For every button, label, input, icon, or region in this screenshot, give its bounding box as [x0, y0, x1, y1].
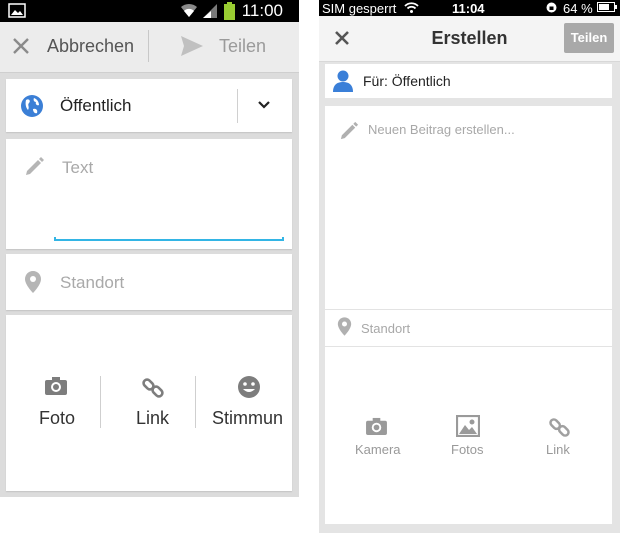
globe-icon [20, 94, 44, 118]
battery-percent: 64 % [563, 1, 593, 16]
camera-button[interactable]: Kamera [355, 442, 401, 457]
audience-label: Öffentlich [60, 96, 132, 115]
rotation-lock-icon [546, 2, 557, 13]
link-button[interactable]: Link [136, 408, 169, 429]
post-input[interactable]: Neuen Beitrag erstellen... [368, 122, 515, 137]
audience-selector[interactable]: Für: Öffentlich [325, 64, 612, 98]
link-button[interactable]: Link [546, 442, 570, 457]
location-pin-icon [24, 270, 42, 294]
divider [325, 346, 612, 347]
android-status-bar: 11:00 [0, 0, 299, 22]
text-input[interactable]: Text [62, 158, 93, 178]
location-input[interactable]: Standort [60, 273, 124, 293]
android-compose-screen: 11:00 Abbrechen Teilen Öffentlich Text S… [0, 0, 299, 497]
chevron-down-icon[interactable] [258, 101, 270, 109]
wifi-icon [404, 2, 419, 13]
battery-icon [224, 2, 235, 20]
status-time: 11:00 [241, 1, 283, 20]
media-card: Foto Link Stimmun [6, 315, 292, 491]
text-field-card[interactable]: Text [6, 139, 292, 249]
location-input[interactable]: Standort [361, 321, 410, 336]
camera-icon[interactable] [44, 376, 68, 396]
camera-icon[interactable] [365, 417, 388, 436]
location-field[interactable]: Standort [6, 254, 292, 310]
audience-selector[interactable]: Öffentlich [6, 79, 292, 132]
mood-button[interactable]: Stimmun [212, 408, 283, 429]
send-icon[interactable] [180, 35, 204, 57]
link-icon[interactable] [548, 416, 571, 439]
smiley-icon[interactable] [237, 375, 261, 399]
wifi-icon [180, 2, 198, 18]
location-pin-icon [337, 316, 352, 337]
status-time: 11:04 [452, 1, 485, 16]
audience-label: Für: Öffentlich [363, 73, 451, 89]
image-icon [8, 3, 26, 18]
divider [237, 89, 238, 123]
cancel-button[interactable]: Abbrechen [47, 36, 134, 57]
pencil-icon [339, 120, 360, 141]
photos-icon[interactable] [456, 415, 480, 437]
close-icon[interactable] [12, 37, 30, 55]
bottom-edge [319, 524, 620, 533]
photos-button[interactable]: Fotos [451, 442, 484, 457]
post-card: Neuen Beitrag erstellen... Standort Kame… [325, 106, 612, 524]
share-button[interactable]: Teilen [219, 36, 266, 57]
carrier-label: SIM gesperrt [322, 1, 397, 16]
signal-icon [202, 3, 218, 19]
share-button[interactable]: Teilen [564, 23, 614, 53]
person-icon [333, 70, 353, 92]
link-icon[interactable] [141, 376, 165, 400]
ios-compose-screen: SIM gesperrt 11:04 64 % Erstellen Teilen… [319, 0, 620, 533]
ios-nav-bar: Erstellen Teilen [319, 16, 620, 62]
android-action-bar: Abbrechen Teilen [0, 22, 299, 73]
photo-button[interactable]: Foto [39, 408, 75, 429]
battery-icon [597, 2, 617, 12]
divider [325, 309, 612, 310]
divider [195, 376, 196, 428]
divider [148, 30, 149, 62]
pencil-icon [24, 155, 46, 177]
ios-status-bar: SIM gesperrt 11:04 64 % [319, 0, 620, 16]
text-input-underline [54, 237, 284, 241]
divider [100, 376, 101, 428]
